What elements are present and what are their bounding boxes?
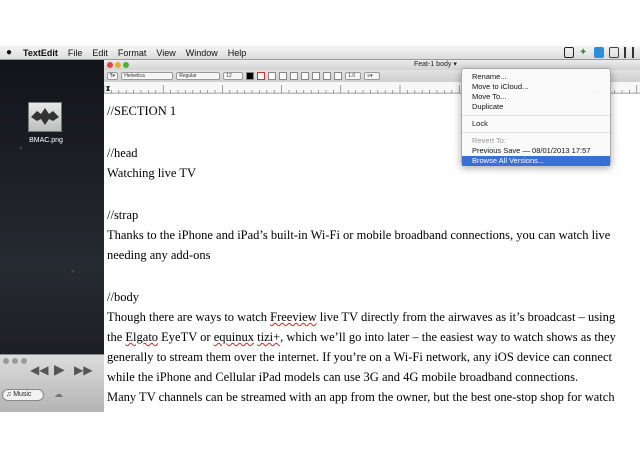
zoom-button-icon[interactable] <box>123 62 129 68</box>
chevron-down-icon: ▾ <box>453 61 457 68</box>
play-icon[interactable]: ▶ <box>54 361 65 378</box>
title-popup-menu: Rename... Move to iCloud... Move To... D… <box>461 68 611 166</box>
underline-button[interactable] <box>290 72 299 80</box>
apple-menu-icon[interactable]: ● <box>0 47 18 58</box>
minimize-dot-icon[interactable] <box>12 358 18 364</box>
menu-separator <box>462 132 610 133</box>
list-style-select[interactable]: ≡▾ <box>364 72 381 80</box>
menu-help[interactable]: Help <box>223 46 252 60</box>
doc-line: while the iPhone and Cellular iPad model… <box>107 370 579 384</box>
align-left-button[interactable] <box>301 72 310 80</box>
bold-button[interactable] <box>268 72 277 80</box>
status-pause-icon[interactable] <box>624 47 634 58</box>
minimize-button-icon[interactable] <box>115 62 121 68</box>
music-note-icon: ♫ <box>6 391 12 398</box>
font-family-select[interactable]: Helvetica <box>121 72 174 80</box>
align-center-button[interactable] <box>312 72 321 80</box>
menu-separator <box>462 115 610 116</box>
text-run: , which we’ll go into later – the easies… <box>280 330 616 344</box>
doc-line: //head <box>107 146 138 160</box>
menu-header-revert-to: Revert To: <box>472 136 507 145</box>
menu-item-previous-save[interactable]: Previous Save — 08/01/2013 17:57 <box>462 146 610 156</box>
document-title-text: Feat-1 body <box>414 61 452 68</box>
status-display-icon[interactable] <box>609 47 619 58</box>
misspelled-word: Elgato <box>125 330 159 344</box>
menu-textedit[interactable]: TextEdit <box>18 46 63 60</box>
menu-view[interactable]: View <box>151 46 180 60</box>
forward-icon[interactable]: ▶▶ <box>74 363 92 377</box>
image-file-icon[interactable] <box>28 102 62 132</box>
font-style-select[interactable]: Regular <box>176 72 221 80</box>
document-title[interactable]: Feat-1 body ▾ <box>414 60 457 70</box>
doc-line: Though there are ways to watch Freeview … <box>107 308 615 326</box>
doc-line: needing any add-ons <box>107 248 211 262</box>
music-source-selector[interactable]: ♫ Music <box>2 389 44 401</box>
italic-button[interactable] <box>279 72 288 80</box>
menu-item-move-to[interactable]: Move To... <box>462 92 610 102</box>
misspelled-word: tizi+ <box>257 330 281 344</box>
misspelled-word: equinux <box>213 330 254 344</box>
doc-line: //strap <box>107 208 139 222</box>
rewind-icon[interactable]: ◀◀ <box>30 363 48 377</box>
itunes-mini-player: ◀◀ ▶ ▶▶ ♫ Music ☁ <box>0 354 104 412</box>
text-run: the <box>107 330 123 344</box>
paragraph-style-select[interactable]: ¶▾ <box>107 72 119 80</box>
menu-item-lock[interactable]: Lock <box>462 119 610 129</box>
doc-line: the Elgato EyeTV or equinux tizi+, which… <box>107 328 616 346</box>
music-source-label: Music <box>13 391 32 398</box>
misspelled-word: Freeview <box>270 310 317 324</box>
menu-item-rename[interactable]: Rename... <box>462 72 610 82</box>
close-dot-icon[interactable] <box>3 358 9 364</box>
justify-button[interactable] <box>334 72 343 80</box>
text-run: EyeTV or <box>161 330 211 344</box>
text-run: live TV directly from the airwaves as it… <box>319 310 616 324</box>
menu-edit[interactable]: Edit <box>87 46 113 60</box>
doc-line: Thanks to the iPhone and iPad’s built-in… <box>107 228 611 242</box>
zoom-dot-icon[interactable] <box>21 358 27 364</box>
text-color-well[interactable] <box>246 72 255 80</box>
menu-format[interactable]: Format <box>113 46 152 60</box>
doc-line: Many TV channels can be streamed with an… <box>107 390 615 404</box>
status-box-icon[interactable] <box>564 47 574 58</box>
font-size-select[interactable]: 12 <box>223 72 244 80</box>
desktop-icon-label: BMAC.png <box>29 137 63 144</box>
doc-line: generally to stream them over the intern… <box>107 350 612 364</box>
menu-window[interactable]: Window <box>181 46 223 60</box>
menu-item-move-to-icloud[interactable]: Move to iCloud... <box>462 82 610 92</box>
menu-bar: ● TextEdit File Edit Format View Window … <box>0 46 640 60</box>
text-run: Though there are ways to watch <box>107 310 268 324</box>
close-button-icon[interactable] <box>107 62 113 68</box>
doc-line: //body <box>107 290 139 304</box>
status-area: ✦ <box>564 47 634 58</box>
doc-line: Watching live TV <box>107 166 197 180</box>
menu-file[interactable]: File <box>63 46 88 60</box>
menu-item-browse-all-versions[interactable]: Browse All Versions... <box>462 156 610 166</box>
status-sync-icon[interactable] <box>594 47 604 58</box>
align-right-button[interactable] <box>323 72 332 80</box>
window-controls <box>3 358 27 364</box>
status-leaf-icon[interactable]: ✦ <box>579 47 589 58</box>
menu-item-duplicate[interactable]: Duplicate <box>462 102 610 112</box>
first-line-indent-icon[interactable] <box>106 87 110 91</box>
highlight-color-well[interactable] <box>257 72 266 80</box>
line-spacing-select[interactable]: 1.0 <box>345 72 362 80</box>
cloud-icon[interactable]: ☁ <box>54 389 63 400</box>
doc-line: //SECTION 1 <box>107 104 177 118</box>
